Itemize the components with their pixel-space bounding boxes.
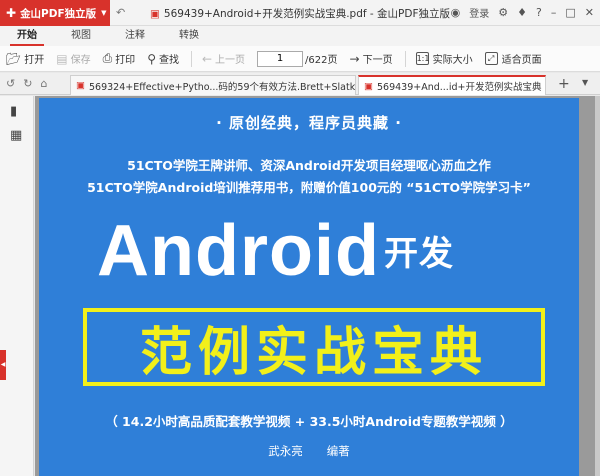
minimize-button[interactable]: – (551, 6, 557, 19)
forward-icon[interactable]: ↻ (23, 77, 32, 90)
save-button[interactable]: ▤ 保存 (56, 51, 90, 67)
doc-tab-android[interactable]: ▣ 569439+And...id+开发范例实战宝典 ✕ (358, 75, 546, 95)
skin-icon[interactable]: ♦ (517, 6, 527, 19)
cover-title-en: Android (97, 211, 380, 291)
tab-list-icon[interactable]: ▼ (582, 78, 588, 87)
bookmark-icon[interactable]: ▮ (10, 104, 17, 119)
toolbar: 📂︎打开 ▤保存 ⎙打印 ⚲查找 ←上一页 /622页 →下一页 1:1实际大小… (0, 46, 600, 72)
document-tabs: ↺ ↻ ⌂ ▣ 569324+Effective+Pytho...码的59个有效… (0, 73, 600, 95)
doc-tab-python[interactable]: ▣ 569324+Effective+Pytho...码的59个有效方法.Bre… (70, 75, 356, 95)
cover-subtitle-2: 51CTO学院Android培训推荐用书，附赠价值100元的 “51CTO学院学… (87, 180, 531, 195)
cover-yellow-title: 范例实战宝典 (139, 322, 488, 383)
cover-video-line: （ 14.2小时高品质配套教学视频 + 33.5小时Android专题教学视频 … (105, 414, 513, 429)
tab-view[interactable]: 视图 (54, 26, 108, 46)
pdf-file-icon: ▣ (76, 80, 85, 91)
document-viewer[interactable]: · 原创经典，程序员典藏 · 51CTO学院王牌讲师、资深Android开发项目… (35, 96, 600, 476)
page-number-input[interactable] (257, 50, 304, 67)
printer-icon: ⎙ (102, 51, 113, 65)
find-button[interactable]: ⚲ 查找 (147, 51, 179, 67)
chevron-down-icon: ▼ (101, 9, 107, 17)
user-icon[interactable]: ◉ (451, 6, 461, 19)
doc-tab-label: 569439+And...id+开发范例实战宝典 (376, 82, 542, 93)
search-icon: ⚲ (147, 51, 156, 66)
vertical-scrollbar[interactable] (595, 96, 600, 476)
arrow-left-icon: ← (201, 51, 213, 66)
tab-convert[interactable]: 转换 (162, 26, 216, 46)
add-tab-icon[interactable]: + (558, 76, 570, 92)
next-page-button[interactable]: → 下一页 (349, 51, 393, 67)
tab-home[interactable]: 开始 (0, 26, 54, 46)
settings-icon[interactable]: ⚙ (498, 6, 508, 19)
actual-size-icon: 1:1 (415, 52, 430, 65)
window-title: ▣ 569439+Android+开发范例实战宝典.pdf - 金山PDF独立版 (150, 8, 450, 20)
save-icon: ▤ (56, 51, 68, 66)
pdf-file-icon: ▣ (364, 80, 373, 92)
login-link[interactable]: 登录 (469, 5, 489, 20)
app-logo-icon: ✚ (6, 6, 17, 20)
arrow-right-icon: → (349, 51, 360, 66)
print-button[interactable]: ⎙ 打印 (103, 51, 136, 66)
cover-yellow-frame: 范例实战宝典 (83, 308, 545, 386)
home-icon[interactable]: ⌂ (40, 77, 47, 90)
app-name: 金山PDF独立版 (20, 7, 97, 20)
cover-subtitle-1: 51CTO学院王牌讲师、资深Android开发项目经理呕心沥血之作 (127, 158, 491, 173)
app-menu-button[interactable]: ✚ 金山PDF独立版 ▼ (0, 0, 110, 26)
prev-page-button[interactable]: ← 上一页 (201, 51, 245, 67)
ribbon-tabs: 开始 视图 注释 转换 (0, 26, 600, 46)
close-button[interactable]: ✕ (585, 6, 594, 19)
cover-title-cn: 开发 (383, 235, 454, 273)
actual-size-button[interactable]: 1:1 实际大小 (415, 51, 473, 66)
pdf-page: · 原创经典，程序员典藏 · 51CTO学院王牌讲师、资深Android开发项目… (39, 98, 579, 476)
pdf-file-icon: ▣ (150, 8, 160, 20)
back-icon[interactable]: ↺ (6, 77, 15, 90)
fit-page-button[interactable]: ⤢ 适合页面 (484, 51, 542, 66)
title-bar: ✚ 金山PDF独立版 ▼ ↶ ▣ 569439+Android+开发范例实战宝典.… (0, 0, 600, 26)
left-sidebar: ▮ ▦ ◀ (0, 96, 34, 476)
open-button[interactable]: 📂︎ 打开 (6, 51, 44, 67)
author-name: 武永亮 (268, 444, 303, 458)
undo-icon[interactable]: ↶ (116, 6, 125, 19)
fit-page-icon: ⤢ (484, 52, 498, 65)
sidebar-toggle[interactable]: ◀ (0, 350, 6, 380)
doc-tab-label: 569324+Effective+Pytho...码的59个有效方法.Brett… (88, 81, 356, 93)
cover-title: Android 开发 (97, 210, 454, 292)
help-icon[interactable]: ? (536, 6, 542, 19)
tab-annotate[interactable]: 注释 (108, 26, 162, 46)
page-total: /622页 (305, 55, 338, 66)
author-role: 编著 (326, 444, 350, 458)
comments-icon[interactable]: ▦ (10, 128, 22, 143)
folder-icon: 📂︎ (6, 51, 22, 66)
divider (190, 50, 192, 67)
cover-tagline: · 原创经典，程序员典藏 · (216, 114, 402, 132)
cover-author: 武永亮 编著 (39, 443, 579, 459)
maximize-button[interactable]: □ (565, 6, 575, 19)
divider (404, 50, 406, 67)
